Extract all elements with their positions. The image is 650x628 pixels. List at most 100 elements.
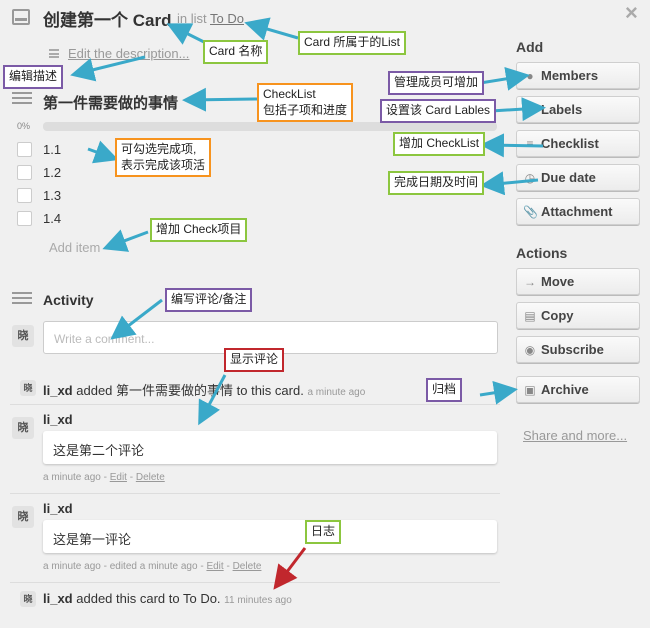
checklist-progress-bar: [43, 122, 497, 131]
note-check-item: 可勾选完成项, 表示完成该项活: [115, 138, 212, 178]
button-label: Archive: [541, 382, 589, 397]
comment-user[interactable]: li_xd: [43, 501, 73, 516]
note-checklist-line2: 包括子项和进度: [263, 102, 348, 117]
checklist-item-label[interactable]: 1.4: [43, 211, 61, 226]
checklist-icon: ≡: [526, 137, 534, 151]
archive-button[interactable]: ▣ Archive: [516, 376, 640, 403]
actions-heading: Actions: [516, 245, 568, 261]
arrow-checklist: [182, 87, 258, 112]
checklist-icon: [12, 92, 32, 108]
checklist-item-label[interactable]: 1.1: [43, 142, 61, 157]
arrow-add-item: [102, 229, 149, 252]
paperclip-icon: 📎: [523, 205, 538, 219]
comment-time: a minute ago - edited a minute ago: [43, 561, 198, 572]
labels-button[interactable]: ▶ Labels: [516, 96, 640, 123]
divider: [10, 493, 500, 494]
activity-icon: [12, 292, 32, 308]
copy-button[interactable]: ▤ Copy: [516, 302, 640, 329]
clock-icon: ◷: [524, 171, 536, 185]
description-icon: [49, 49, 59, 58]
note-add-checklist: 增加 CheckList: [393, 132, 486, 156]
delete-comment-link[interactable]: Delete: [136, 472, 165, 483]
arrow-archive: [479, 380, 518, 405]
arrow-check-item: [87, 140, 119, 164]
note-checklist-line1: CheckList: [263, 87, 316, 101]
eye-icon: ◉: [524, 343, 536, 357]
list-link[interactable]: To Do: [210, 11, 244, 26]
avatar: 晓: [12, 417, 34, 439]
button-label: Copy: [541, 308, 574, 323]
checklist-item-label[interactable]: 1.2: [43, 165, 61, 180]
note-checklist: CheckList 包括子项和进度: [257, 83, 354, 123]
members-button[interactable]: ● Members: [516, 62, 640, 89]
button-label: Due date: [541, 170, 596, 185]
checklist-item-label[interactable]: 1.3: [43, 188, 61, 203]
due-date-button[interactable]: ◷ Due date: [516, 164, 640, 191]
note-show-comment: 显示评论: [224, 348, 285, 372]
note-check-item-line2: 表示完成该项活: [121, 157, 206, 172]
feed-time: a minute ago: [307, 387, 366, 398]
feed-user[interactable]: li_xd: [43, 383, 73, 398]
avatar: 晓: [20, 591, 36, 607]
avatar: 晓: [12, 325, 34, 347]
divider: [10, 404, 500, 405]
note-edit-desc: 编辑描述: [3, 65, 64, 89]
button-label: Checklist: [541, 136, 599, 151]
comment-user[interactable]: li_xd: [43, 412, 73, 427]
card-icon: [12, 9, 30, 25]
comment-meta: a minute ago - edited a minute ago - Edi…: [43, 561, 262, 572]
avatar: 晓: [20, 380, 36, 396]
note-add-check-item: 增加 Check项目: [150, 218, 248, 242]
activity-title: Activity: [43, 292, 94, 308]
button-label: Members: [541, 68, 599, 83]
person-icon: ●: [526, 69, 534, 83]
arrow-log: [273, 547, 307, 590]
edit-comment-link[interactable]: Edit: [206, 561, 223, 572]
button-label: Move: [541, 274, 575, 289]
feed-time: 11 minutes ago: [224, 595, 292, 606]
checklist-title[interactable]: 第一件需要做的事情: [43, 92, 178, 113]
copy-icon: ▤: [524, 309, 536, 323]
button-label: Subscribe: [541, 342, 604, 357]
feed-text: added this card to To Do.: [76, 591, 221, 606]
close-icon[interactable]: ×: [625, 0, 638, 26]
in-list-text: in list To Do: [177, 11, 244, 26]
comment-time: a minute ago: [43, 472, 101, 483]
note-due-date: 完成日期及时间: [388, 171, 485, 195]
note-archive: 归档: [426, 378, 463, 402]
checkbox-item-3[interactable]: [17, 188, 32, 203]
arrow-card-name: [166, 23, 205, 45]
archive-icon: ▣: [524, 383, 536, 397]
comment-body: 这是第一评论: [43, 520, 497, 553]
checkbox-item-2[interactable]: [17, 165, 32, 180]
arrow-right-icon: →: [524, 275, 536, 289]
share-link[interactable]: Share and more...: [523, 428, 627, 443]
note-log: 日志: [305, 520, 342, 544]
edit-description-link[interactable]: Edit the description...: [68, 46, 189, 61]
note-card-name: Card 名称: [203, 40, 269, 64]
move-button[interactable]: → Move: [516, 268, 640, 295]
note-write-comment: 编写评论/备注: [165, 288, 253, 312]
checklist-percent: 0%: [17, 121, 31, 131]
checklist-button[interactable]: ≡ Checklist: [516, 130, 640, 157]
add-heading: Add: [516, 39, 544, 55]
note-labels: 设置该 Card Lables: [380, 99, 497, 123]
card-title[interactable]: 创建第一个 Card: [43, 6, 171, 31]
add-item-link[interactable]: Add item: [49, 240, 100, 255]
subscribe-button[interactable]: ◉ Subscribe: [516, 336, 640, 363]
edit-comment-link[interactable]: Edit: [110, 472, 127, 483]
feed-user[interactable]: li_xd: [43, 591, 73, 606]
feed-text: added 第一件需要做的事情 to this card.: [76, 383, 304, 398]
note-check-item-line1: 可勾选完成项,: [121, 142, 197, 156]
button-label: Attachment: [541, 204, 613, 219]
note-members: 管理成员可增加: [388, 71, 485, 95]
delete-comment-link[interactable]: Delete: [233, 561, 262, 572]
checkbox-item-4[interactable]: [17, 211, 32, 226]
avatar: 晓: [12, 506, 34, 528]
feed-action: li_xd added 第一件需要做的事情 to this card. a mi…: [43, 380, 365, 399]
attachment-button[interactable]: 📎 Attachment: [516, 198, 640, 225]
note-card-list: Card 所属于的List: [298, 31, 407, 55]
arrow-card-list: [244, 17, 299, 41]
button-label: Labels: [541, 102, 583, 117]
checkbox-item-1[interactable]: [17, 142, 32, 157]
